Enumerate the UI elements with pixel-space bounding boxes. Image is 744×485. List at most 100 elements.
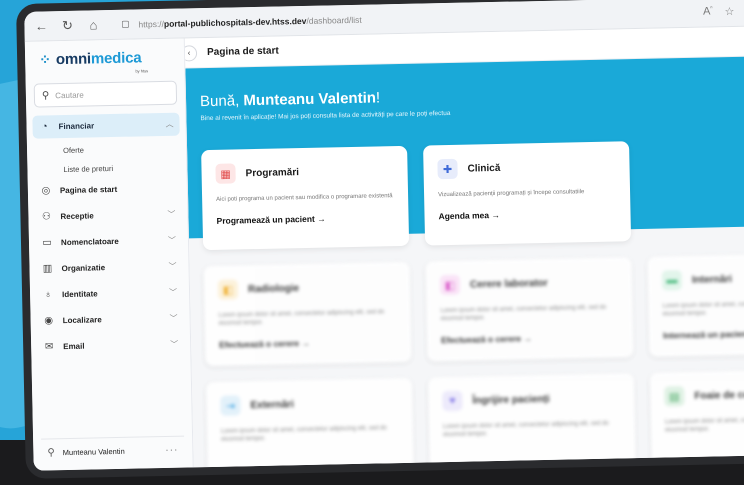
logo-byline: by htss: [135, 68, 149, 74]
card-foaie-de-co[interactable]: ▤ Foaie de co Lorem ipsum dolor sit amet…: [649, 368, 744, 468]
greeting-name: Munteanu Valentin: [243, 89, 377, 110]
sidebar-item-label: Financiar: [58, 121, 95, 132]
sidebar-item-email[interactable]: ✉ Email ﹀: [37, 333, 184, 359]
collapse-sidebar-button[interactable]: ‹: [184, 44, 198, 62]
greeting-suffix: !: [375, 89, 381, 107]
card-description: Lorem ipsum dolor sit amet, consectetur …: [664, 416, 744, 434]
book-icon: ▭: [42, 237, 52, 249]
finance-icon: ◔: [41, 121, 48, 133]
chevron-down-icon: ﹀: [167, 209, 176, 219]
sidebar-item-label: Email: [63, 341, 85, 352]
card-description: Lorem ipsum dolor sit amet, consectetur …: [662, 300, 744, 318]
lab-icon: ◧: [439, 274, 461, 296]
sheet-icon: ▤: [664, 386, 685, 407]
chevron-down-icon: ﹀: [170, 339, 179, 349]
card-title: Clinică: [467, 162, 501, 175]
card-radiologie[interactable]: ◧ Radiologie Lorem ipsum dolor sit amet,…: [203, 261, 412, 367]
laptop-frame: ← ↻ ⌂ ▢ https://portal-publichospitals-d…: [16, 0, 744, 479]
read-aloud-icon[interactable]: Aⁿ: [703, 5, 713, 18]
logo-suffix: medica: [90, 48, 142, 67]
tab-icon: ▢: [121, 18, 130, 29]
chevron-down-icon: ﹀: [169, 313, 178, 323]
chevron-down-icon: ﹀: [167, 235, 177, 245]
medical-cross-icon: ✚: [437, 158, 458, 180]
card-externari[interactable]: ⇥ Externări Lorem ipsum dolor sit amet, …: [205, 377, 415, 468]
sidebar-item-nomenclatoare[interactable]: ▭ Nomenclatoare ﹀: [35, 229, 182, 255]
card-cerere-laborator[interactable]: ◧ Cerere laborator Lorem ipsum dolor sit…: [425, 257, 634, 362]
card-title: Externări: [250, 398, 294, 411]
greeting-prefix: Bună,: [199, 92, 244, 111]
home-icon: ◎: [41, 185, 51, 197]
card-ingrijire-pacienti[interactable]: ♥ Îngrijire pacienți Lorem ipsum dolor s…: [427, 373, 636, 468]
favorite-icon[interactable]: ☆: [724, 5, 734, 18]
sidebar-item-label: Nomenclatoare: [60, 236, 119, 248]
screen: ← ↻ ⌂ ▢ https://portal-publichospitals-d…: [24, 0, 744, 471]
user-profile[interactable]: ⚲ Munteanu Valentin ···: [41, 435, 185, 467]
bed-icon: ▬: [661, 270, 683, 291]
sidebar-item-label: Localizare: [62, 315, 102, 326]
card-title: Radiologie: [247, 282, 300, 295]
logo-prefix: omni: [55, 49, 92, 68]
sidebar-item-identitate[interactable]: ♁ Identitate ﹀: [36, 281, 183, 307]
card-title: Programări: [245, 166, 300, 179]
care-icon: ♥: [442, 390, 463, 412]
card-description: Lorem ipsum dolor sit amet, consectetur …: [442, 420, 609, 439]
card-description: Vizualizează pacienții programați și înc…: [438, 189, 585, 199]
sidebar-item-receptie[interactable]: ⚇ Receptie ﹀: [34, 203, 181, 229]
chevron-down-icon: ﹀: [168, 287, 178, 297]
sidebar-item-pagina-start[interactable]: ◎ Pagina de start: [34, 177, 181, 203]
sidebar: ⁘ omnimedica by htss ⚲ Cautare ◔ Financi…: [24, 38, 194, 471]
card-title: Internări: [691, 273, 733, 286]
card-action-link[interactable]: Internează un pacient →: [663, 327, 744, 341]
chevron-down-icon: ﹀: [168, 261, 177, 271]
card-programari[interactable]: ▦ Programări Aici poti programa un pacie…: [201, 145, 410, 251]
url-path: /dashboard/list: [306, 14, 362, 26]
user-name: Munteanu Valentin: [62, 446, 125, 458]
sidebar-item-organizatie[interactable]: ▥ Organizatie ﹀: [35, 255, 182, 281]
sidebar-item-label: Pagina de start: [59, 184, 118, 196]
card-title: Îngrijire pacienți: [472, 393, 550, 407]
mail-icon: ✉: [44, 341, 54, 353]
reception-icon: ⚇: [41, 211, 52, 223]
sidebar-item-label: Identitate: [62, 289, 98, 300]
more-options-icon[interactable]: ···: [165, 445, 178, 456]
sidebar-item-financiar[interactable]: ◔ Financiar ︿: [32, 112, 180, 139]
user-icon: ⚲: [47, 447, 55, 459]
page-title: Pagina de start: [206, 45, 279, 59]
app-shell: ⁘ omnimedica by htss ⚲ Cautare ◔ Financi…: [24, 26, 744, 471]
sidebar-menu: ◔ Financiar ︿ Oferte Liste de preturi ◎ …: [26, 112, 190, 361]
exit-icon: ⇥: [220, 395, 241, 416]
refresh-icon[interactable]: ↻: [60, 17, 74, 33]
card-action-link[interactable]: Efectuează o cerere →: [219, 336, 397, 350]
card-clinica[interactable]: ✚ Clinică Vizualizează pacienții program…: [423, 141, 632, 246]
home-icon[interactable]: ⌂: [86, 17, 100, 32]
search-icon: ⚲: [41, 89, 50, 101]
card-title: Foaie de co: [694, 389, 744, 402]
logo-mark-icon: ⁘: [38, 50, 52, 68]
card-title: Cerere laborator: [469, 277, 548, 291]
card-action-link[interactable]: Efectuează o cerere →: [441, 332, 619, 345]
url-scheme: https://: [138, 18, 165, 29]
logo[interactable]: ⁘ omnimedica by htss: [25, 38, 185, 77]
building-icon: ▥: [42, 263, 53, 275]
card-description: Aici poti programa un pacient sau modifi…: [216, 193, 393, 203]
main-content: ‹ Pagina de start Bună, Munteanu Valenti…: [184, 26, 744, 468]
users-icon: ♁: [44, 289, 52, 301]
card-description: Lorem ipsum dolor sit amet, consectetur …: [218, 309, 385, 327]
search-input[interactable]: ⚲ Cautare: [33, 80, 178, 108]
search-placeholder: Cautare: [55, 90, 84, 100]
card-description: Lorem ipsum dolor sit amet, consectetur …: [220, 425, 387, 443]
location-icon: ◉: [44, 315, 54, 327]
back-icon[interactable]: ←: [34, 18, 48, 33]
url-host: portal-publichospitals-dev.htss.dev: [163, 15, 307, 29]
card-internari[interactable]: ▬ Internări Lorem ipsum dolor sit amet, …: [647, 252, 744, 357]
card-action-link[interactable]: Programează un pacient →: [216, 212, 394, 226]
sidebar-item-label: Organizatie: [61, 263, 106, 274]
card-description: Lorem ipsum dolor sit amet, consectetur …: [440, 304, 607, 323]
sidebar-item-label: Receptie: [60, 211, 94, 222]
card-action-link[interactable]: Agenda mea →: [438, 208, 616, 221]
chevron-up-icon: ︿: [165, 119, 174, 129]
radiology-icon: ◧: [217, 279, 239, 300]
sidebar-item-localizare[interactable]: ◉ Localizare ﹀: [36, 307, 183, 333]
calendar-icon: ▦: [215, 163, 236, 184]
